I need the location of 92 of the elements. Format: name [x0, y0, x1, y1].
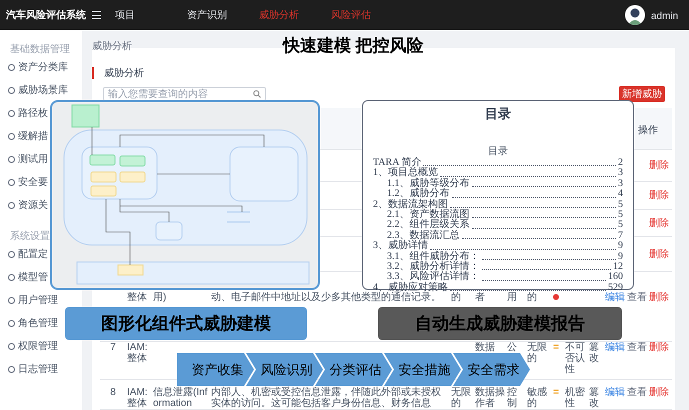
sidebar-item[interactable]: 资源关 [18, 198, 48, 213]
add-threat-button[interactable]: 新增威胁 [619, 86, 665, 102]
page-number: 160 [608, 272, 623, 283]
table-cell-text: 用 [507, 292, 518, 303]
action-link[interactable]: 查看 [627, 387, 647, 398]
action-link[interactable]: 删除 [649, 249, 669, 260]
action-link[interactable]: 删除 [649, 292, 669, 303]
sidebar-item[interactable]: 缓解措 [18, 129, 48, 144]
page-number: 5 [618, 200, 623, 210]
toc-entry[interactable]: 3、威胁详情 [373, 241, 428, 252]
table-cell-text: 整体 [127, 292, 148, 303]
headline: 快速建模 把控风险 [283, 35, 424, 57]
table-cell-text: IAM: 整体 [127, 342, 149, 364]
action-link[interactable]: 删除 [649, 387, 669, 398]
table-cell-text: IAM: 整体 [127, 387, 149, 409]
page-number: 9 [618, 252, 623, 262]
table-cell-text: 数据 [475, 342, 496, 353]
table-cell-text: 的 [527, 292, 538, 303]
action-link[interactable]: 查看 [627, 292, 647, 303]
report-title: 目录 [484, 105, 512, 123]
table-cell-text: 者 [475, 292, 486, 303]
page-number: 5 [618, 210, 623, 220]
sidebar-item[interactable]: 威胁场景库 [18, 83, 68, 98]
toc-heading: 目录 [487, 146, 509, 158]
nav-item[interactable]: 风险评估 [331, 8, 403, 22]
caption-banner: 图形化组件式威胁建模 [65, 307, 307, 340]
table-cell-text: 无限的 [451, 387, 472, 409]
table-cell-text: 不可否认性 [565, 342, 586, 375]
breadcrumb: 威胁分析 [92, 41, 132, 52]
table-cell-text: 篡改 [589, 342, 600, 364]
action-link[interactable]: 编辑 [605, 342, 625, 353]
toc-entry[interactable]: 2.2、组件层级关系 [387, 220, 470, 231]
search-icon[interactable] [253, 90, 261, 98]
nav-item[interactable]: 威胁分析 [259, 8, 331, 22]
risk-level-mark: = [553, 387, 559, 400]
user-name[interactable]: admin [651, 9, 678, 24]
table-cell-text: 控制 [507, 387, 518, 409]
table-cell-text: 内部人、机密或受控信息泄露，伴随此外部或未授权实体的访问。这可能包括客户身份信息、财务信息 [211, 387, 442, 409]
nav-item[interactable]: 项目 [115, 8, 187, 22]
table-cell-text: 篡改 [589, 387, 600, 409]
table-cell-text: 8 [109, 387, 117, 398]
sidebar-item[interactable]: 路径枚 [18, 106, 48, 121]
page-number: 3 [618, 168, 623, 179]
action-link[interactable]: 删除 [649, 342, 669, 353]
sidebar-item[interactable]: 配置定 [18, 247, 48, 262]
risk-level-mark: = [553, 342, 559, 355]
app-title: 汽车风险评估系统 [6, 8, 86, 22]
table-cell-text: 机密性 [565, 387, 586, 409]
action-link[interactable]: 删除 [649, 160, 669, 171]
page-number: 9 [618, 241, 623, 252]
action-link[interactable]: 删除 [649, 218, 669, 229]
sidebar-item[interactable]: 资产分类库 [18, 60, 68, 75]
sidebar-item[interactable]: 测试用 [18, 152, 48, 167]
table-cell-text: 信息泄露(Information [153, 387, 208, 409]
page-number: 7 [618, 230, 623, 241]
table-cell-text: 7 [109, 342, 117, 353]
avatar-icon[interactable] [625, 5, 645, 25]
process-step: 资产收集 [177, 353, 254, 386]
section-title: 基础数据管理 [9, 42, 71, 56]
action-link[interactable]: 编辑 [605, 387, 625, 398]
page-number: 12 [613, 262, 623, 272]
page-number: 2 [618, 158, 623, 168]
action-link[interactable]: 查看 [627, 342, 647, 353]
sidebar-item[interactable]: 用户管理 [18, 293, 58, 308]
panel-title: 威胁分析 [104, 66, 144, 80]
table-cell: 敏感的 [527, 387, 547, 409]
nav-item[interactable]: 资产识别 [187, 8, 259, 22]
toc-entry[interactable]: 3.3、风险评估详情： [387, 272, 480, 283]
sidebar-item[interactable]: 安全要 [18, 175, 48, 190]
page-number: 3 [618, 178, 623, 189]
search-field[interactable]: 输入您需要查询的内容 [103, 87, 266, 101]
sidebar-item[interactable]: 权限管理 [18, 339, 58, 354]
sidebar-item[interactable]: 日志管理 [18, 362, 58, 377]
table-cell-text: 用) [153, 292, 168, 303]
toc-entry[interactable]: 1、项目总概览 [373, 168, 438, 179]
action-link[interactable]: 编辑 [605, 292, 625, 303]
table-cell-text: 的 [451, 292, 462, 303]
toc-entry[interactable]: TARA 简介 [373, 158, 422, 168]
table-cell: 无限的 [527, 342, 547, 364]
table-cell-text: 公 [507, 342, 518, 353]
sidebar-item[interactable]: 模型管 [18, 270, 48, 285]
section-title: 系统设置 [9, 230, 51, 243]
menu-icon[interactable] [92, 11, 101, 19]
action-link[interactable]: 删除 [649, 190, 669, 201]
page-number: 5 [618, 220, 623, 231]
table-cell: 数据操作者 [475, 387, 505, 409]
caption-banner: 自动生成威胁建模报告 [378, 307, 622, 340]
toc-entry[interactable]: 1.2、威胁分布 [387, 189, 450, 200]
table-cell-text: 动、电子邮件中地址以及少多其他类型的通信记录。 [211, 292, 442, 303]
sidebar-item[interactable]: 角色管理 [18, 316, 58, 331]
page-number: 4 [618, 189, 623, 200]
column-header: 操作 [638, 124, 658, 136]
